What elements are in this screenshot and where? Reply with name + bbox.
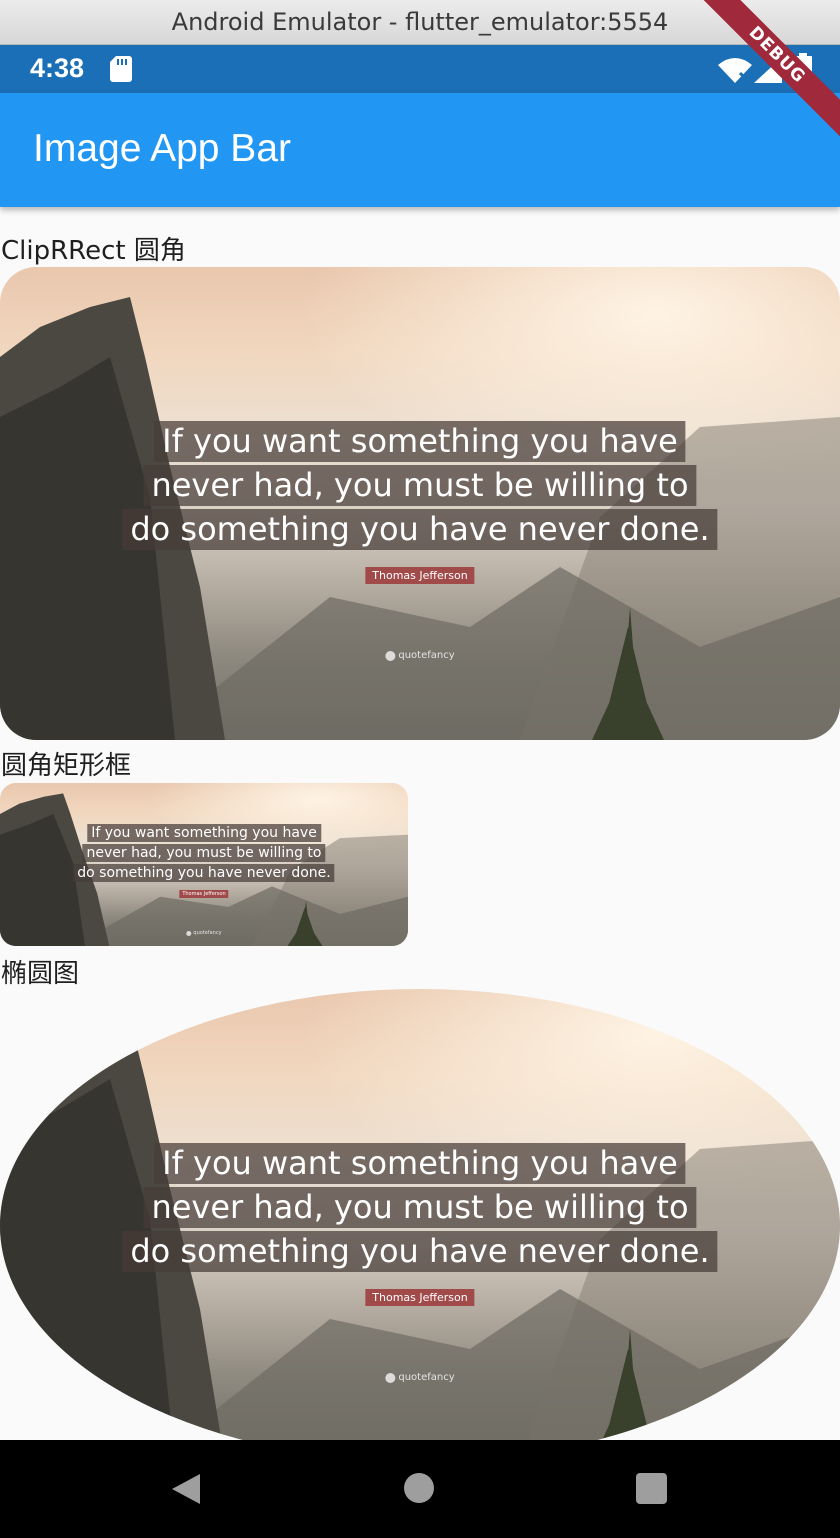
sd-card-icon [110,56,132,82]
brand-mark: quotefancy [186,930,222,936]
navigation-bar [0,1440,840,1538]
quotefancy-logo-icon [186,930,192,936]
section-label-rounded-rect: 圆角矩形框 [1,751,132,781]
back-icon[interactable] [170,1472,202,1506]
author-tag: Thomas Jefferson [179,890,229,898]
cliprrect-image: If you want something you have never had… [0,267,840,740]
quotefancy-logo-icon [385,650,396,661]
section-label-ellipse: 椭圆图 [1,959,80,989]
quote-line: never had, you must be willing to [143,1187,697,1228]
quote-line: do something you have never done. [73,864,335,882]
quote-line: If you want something you have [87,824,321,842]
quote-line: If you want something you have [154,421,686,462]
quote-line: never had, you must be willing to [82,844,326,862]
app-bar-title: Image App Bar [33,127,291,170]
author-tag: Thomas Jefferson [365,567,475,584]
oval-image: If you want something you have never had… [0,989,840,1462]
rounded-rect-image: If you want something you have never had… [0,783,408,946]
quote-line: do something you have never done. [122,509,718,550]
brand-name: quotefancy [398,650,455,661]
app-bar: Image App Bar [0,93,840,207]
quotefancy-logo-icon [385,1372,396,1383]
status-bar: 4:38 [0,45,840,93]
quote-line: If you want something you have [154,1143,686,1184]
quote-line: do something you have never done. [122,1231,718,1272]
status-time: 4:38 [30,53,85,83]
brand-name: quotefancy [193,930,222,936]
recent-apps-icon[interactable] [636,1473,667,1504]
brand-name: quotefancy [398,1372,455,1383]
brand-mark: quotefancy [385,1372,455,1383]
section-label-cliprrect: ClipRRect 圆角 [1,236,186,266]
home-icon[interactable] [404,1473,434,1503]
wifi-icon [718,58,752,83]
brand-mark: quotefancy [385,650,455,661]
quote-line: never had, you must be willing to [143,465,697,506]
author-tag: Thomas Jefferson [365,1289,475,1306]
